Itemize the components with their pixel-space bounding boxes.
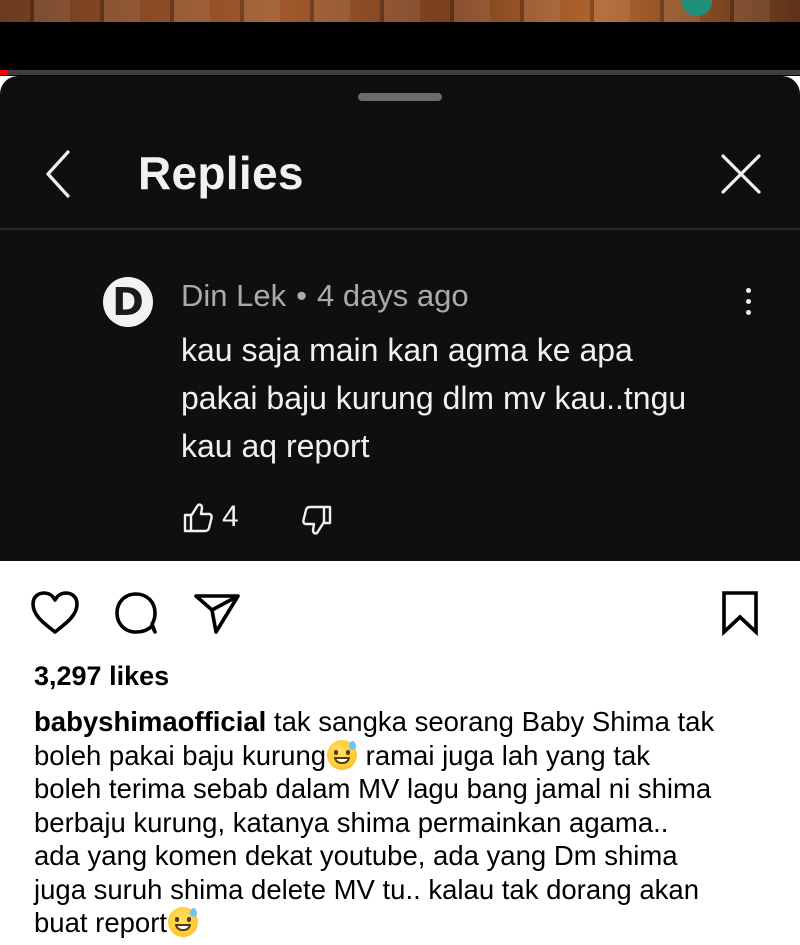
thumbs-down-icon (302, 505, 332, 535)
back-button[interactable] (38, 148, 82, 200)
thumbs-up-icon (183, 503, 213, 533)
video-player-bar (0, 22, 800, 76)
caption-text: berbaju kurung, katanya shima permainkan… (34, 806, 669, 838)
close-icon (721, 154, 761, 194)
caption-username[interactable]: babyshimaofficial (34, 706, 266, 737)
comment-text: kau saja main kan agma ke apa pakai baju… (181, 326, 761, 470)
post-actions (0, 590, 800, 640)
bookmark-icon (722, 591, 758, 637)
caption-text: boleh pakai baju kurung (34, 739, 327, 771)
caption-text: ada yang komen dekat youtube, ada yang D… (34, 840, 678, 871)
drag-handle[interactable] (358, 93, 442, 101)
comment-line: kau saja main kan agma ke apa (181, 332, 633, 368)
comment-author[interactable]: Din Lek (181, 278, 286, 313)
comment-line: pakai baju kurung dlm mv kau..tngu (181, 380, 687, 416)
post-caption: babyshimaofficial tak sangka seorang Bab… (34, 705, 774, 940)
comment-time: 4 days ago (316, 278, 469, 313)
caption-text: ramai juga lah yang tak (358, 739, 651, 771)
replies-panel: Replies D Din Lek • 4 days ago kau saja ma… (0, 76, 800, 561)
avatar-letter: D (112, 280, 144, 324)
grinning-sweat-emoji-icon (327, 739, 358, 770)
comment-post-button[interactable] (112, 590, 160, 636)
back-icon (46, 150, 70, 198)
panel-title: Replies (138, 147, 304, 199)
header-divider (0, 228, 800, 230)
like-button[interactable] (181, 501, 215, 535)
avatar[interactable]: D (103, 277, 153, 327)
meta-separator: • (296, 278, 307, 313)
caption-text: tak sangka seorang Baby Shima tak (266, 706, 715, 737)
like-post-button[interactable] (30, 590, 80, 636)
share-post-button[interactable] (192, 590, 242, 636)
caption-text: juga suruh shima delete MV tu.. kalau ta… (34, 873, 699, 905)
grinning-sweat-emoji-icon (168, 907, 199, 937)
save-post-button[interactable] (718, 590, 762, 637)
heart-icon (31, 591, 79, 634)
comment-icon (115, 592, 157, 634)
video-thumbnail[interactable] (0, 0, 800, 22)
close-button[interactable] (716, 148, 766, 200)
likes-count[interactable]: 3,297 likes (34, 661, 169, 692)
comment-meta: Din Lek • 4 days ago (181, 278, 469, 314)
caption-text: buat report (34, 907, 168, 938)
dislike-button[interactable] (300, 503, 334, 537)
like-count: 4 (222, 500, 239, 533)
comment-line: kau aq report (181, 428, 370, 464)
more-icon (738, 288, 758, 315)
caption-text: boleh terima sebab dalam MV lagu bang ja… (34, 773, 712, 804)
video-progress-bar[interactable] (0, 70, 800, 75)
video-progress-fill (0, 70, 8, 75)
more-options-button[interactable] (738, 288, 758, 322)
share-icon (194, 594, 240, 634)
